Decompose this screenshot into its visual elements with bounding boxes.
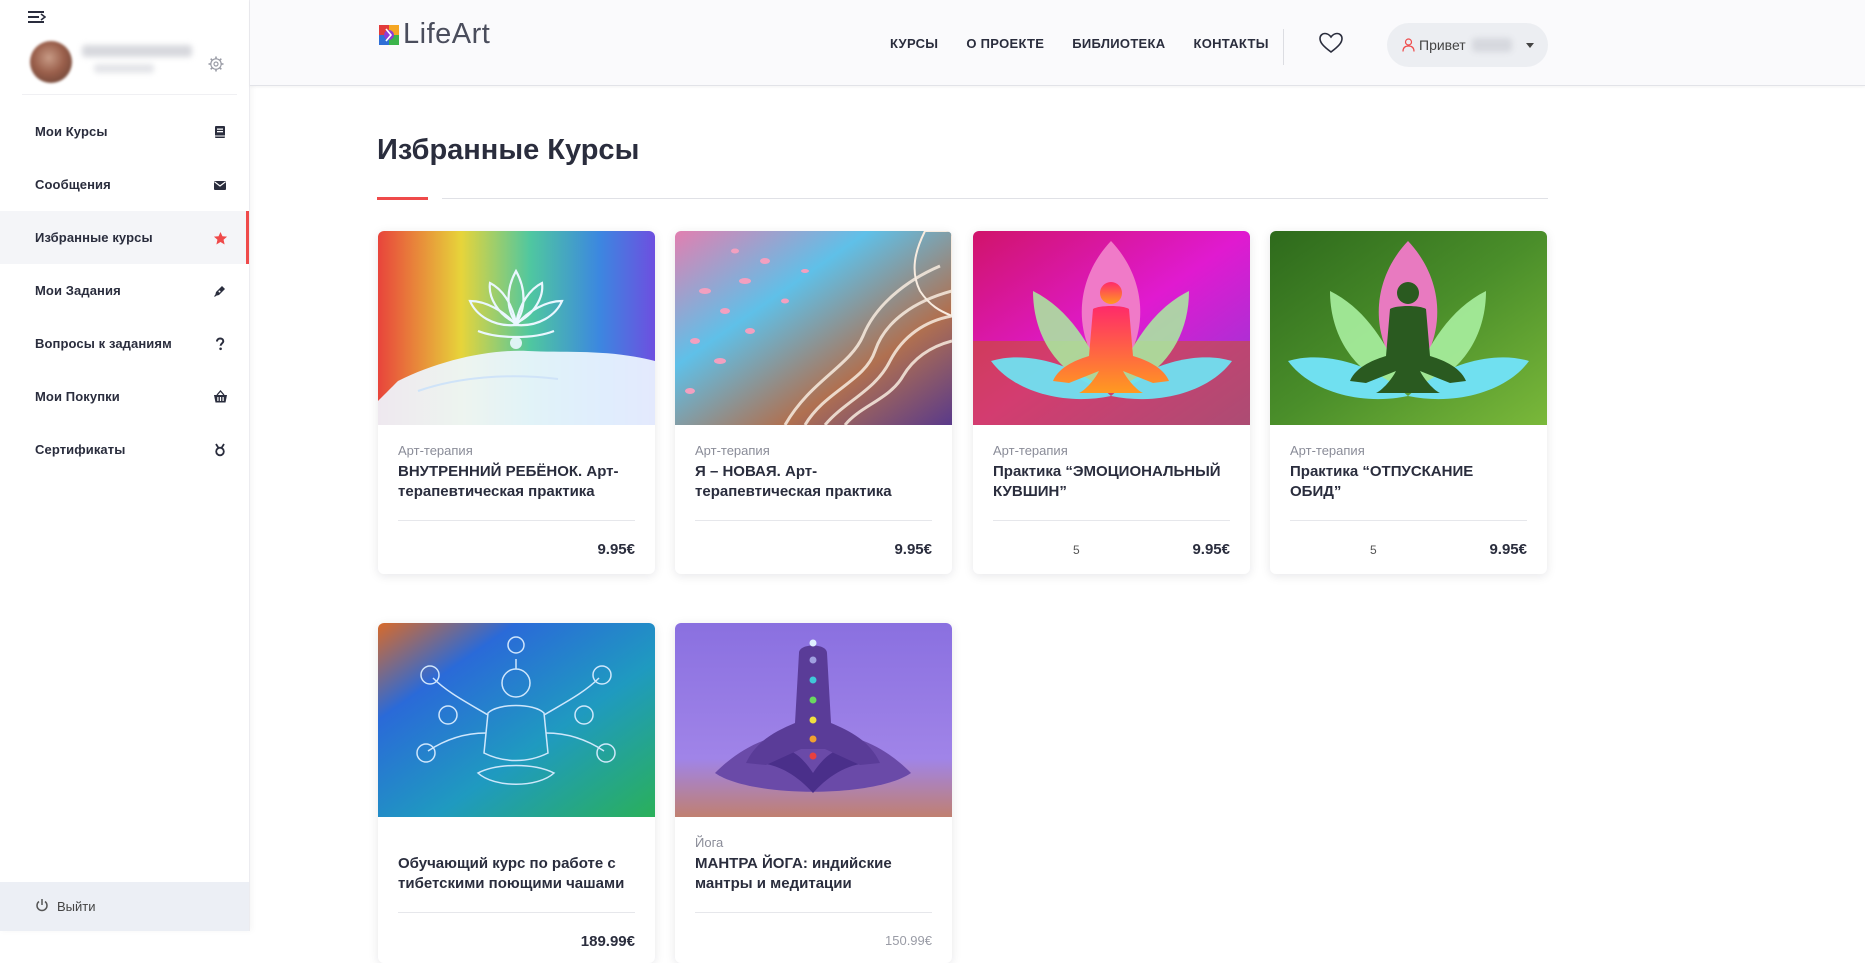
sidebar-item-task-questions[interactable]: Вопросы к заданиям <box>0 317 249 370</box>
profile-subtitle-blurred <box>94 64 154 73</box>
title-divider <box>442 198 1548 199</box>
course-price: 9.95€ <box>1489 541 1527 558</box>
sidebar-item-label: Мои Курсы <box>35 124 108 139</box>
course-title[interactable]: Обучающий курс по работе с тибетскими по… <box>398 854 635 894</box>
course-rating: 5 <box>1073 543 1080 557</box>
course-price: 9.95€ <box>597 541 635 558</box>
page-title: Избранные Курсы <box>377 134 640 166</box>
course-image-meditation-lotus-green <box>1270 231 1547 425</box>
sidebar-item-my-courses[interactable]: Мои Курсы <box>0 105 249 158</box>
power-icon <box>35 897 49 916</box>
sidebar-toggle-icon[interactable] <box>28 10 48 26</box>
envelope-icon <box>213 178 227 192</box>
nav-link-library[interactable]: БИБЛИОТЕКА <box>1072 36 1165 51</box>
sidebar-item-my-purchases[interactable]: Мои Покупки <box>0 370 249 423</box>
course-price: 9.95€ <box>1192 541 1230 558</box>
gear-icon[interactable] <box>208 56 224 72</box>
course-image-tibetan-figure <box>378 623 655 817</box>
course-price: 9.95€ <box>894 541 932 558</box>
logo[interactable]: LifeArt <box>377 20 490 49</box>
course-category: Арт-терапия <box>993 443 1068 458</box>
course-category: Арт-терапия <box>398 443 473 458</box>
course-title[interactable]: МАНТРА ЙОГА: индийские мантры и медитаци… <box>695 854 932 894</box>
course-card[interactable]: Обучающий курс по работе с тибетскими по… <box>378 623 655 963</box>
logout-label: Выйти <box>57 899 96 914</box>
course-rating: 5 <box>1370 543 1377 557</box>
user-icon <box>1402 38 1415 52</box>
course-image-meditation-lotus-pink <box>973 231 1250 425</box>
sidebar: Мои Курсы Сообщения Избранные курсы Мои … <box>0 0 250 931</box>
sidebar-item-label: Сообщения <box>35 177 111 192</box>
star-icon <box>213 231 228 245</box>
sidebar-item-favorite-courses[interactable]: Избранные курсы <box>0 211 249 264</box>
sidebar-item-label: Мои Покупки <box>35 389 120 404</box>
avatar[interactable] <box>30 41 72 83</box>
course-card[interactable]: Арт-терапия Я – НОВАЯ. Арт-терапевтическ… <box>675 231 952 574</box>
nav-link-courses[interactable]: КУРСЫ <box>890 36 938 51</box>
profile-name-blurred <box>82 45 192 57</box>
course-title[interactable]: Практика “ЭМОЦИОНАЛЬНЫЙ КУВШИН” <box>993 462 1230 502</box>
sidebar-item-label: Вопросы к заданиям <box>35 336 172 351</box>
course-category: Йога <box>695 835 724 850</box>
course-title[interactable]: Практика “ОТПУСКАНИЕ ОБИД” <box>1290 462 1527 502</box>
chevron-down-icon <box>1525 42 1534 48</box>
course-card[interactable]: Арт-терапия Практика “ОТПУСКАНИЕ ОБИД” 5… <box>1270 231 1547 574</box>
heart-icon[interactable] <box>1318 31 1344 55</box>
nav-link-contacts[interactable]: КОНТАКТЫ <box>1193 36 1268 51</box>
title-accent-bar <box>377 197 428 200</box>
sidebar-item-my-tasks[interactable]: Мои Задания <box>0 264 249 317</box>
course-card[interactable]: Арт-терапия Практика “ЭМОЦИОНАЛЬНЫЙ КУВШ… <box>973 231 1250 574</box>
main-nav: КУРСЫ О ПРОЕКТЕ БИБЛИОТЕКА КОНТАКТЫ <box>890 36 1297 51</box>
course-title[interactable]: Я – НОВАЯ. Арт-терапевтическая практика <box>695 462 932 502</box>
nav-divider <box>1283 29 1284 65</box>
course-card[interactable]: Арт-терапия ВНУТРЕННИЙ РЕБЁНОК. Арт-тера… <box>378 231 655 574</box>
sidebar-item-messages[interactable]: Сообщения <box>0 158 249 211</box>
sidebar-item-label: Избранные курсы <box>35 230 153 245</box>
certificate-icon <box>213 443 227 457</box>
greeting-text: Привет <box>1419 37 1466 53</box>
sidebar-item-label: Мои Задания <box>35 283 121 298</box>
sidebar-menu: Мои Курсы Сообщения Избранные курсы Мои … <box>0 105 249 476</box>
course-category: Арт-терапия <box>695 443 770 458</box>
user-profile[interactable] <box>22 30 237 95</box>
logo-text: LifeArt <box>403 18 491 50</box>
question-icon <box>213 336 227 351</box>
sidebar-item-label: Сертификаты <box>35 442 126 457</box>
user-menu-dropdown[interactable]: Привет <box>1387 23 1548 67</box>
nav-link-about[interactable]: О ПРОЕКТЕ <box>966 36 1044 51</box>
book-icon <box>213 125 227 139</box>
pen-icon <box>213 284 227 298</box>
course-image-woman-petals <box>675 231 952 425</box>
basket-icon <box>213 389 227 404</box>
course-category <box>398 835 635 850</box>
logout-button[interactable]: Выйти <box>0 882 249 931</box>
top-header: LifeArt КУРСЫ О ПРОЕКТЕ БИБЛИОТЕКА КОНТА… <box>250 0 1865 86</box>
course-price: 150.99€ <box>885 933 932 948</box>
course-title[interactable]: ВНУТРЕННИЙ РЕБЁНОК. Арт-терапевтическая … <box>398 462 635 502</box>
course-image-lotus-hand <box>378 231 655 425</box>
course-card[interactable]: Йога МАНТРА ЙОГА: индийские мантры и мед… <box>675 623 952 963</box>
logo-mark-icon <box>379 24 399 45</box>
course-category: Арт-терапия <box>1290 443 1365 458</box>
username-blurred <box>1471 38 1512 52</box>
sidebar-item-certificates[interactable]: Сертификаты <box>0 423 249 476</box>
course-image-chakra-meditation <box>675 623 952 817</box>
course-price: 189.99€ <box>580 933 635 950</box>
